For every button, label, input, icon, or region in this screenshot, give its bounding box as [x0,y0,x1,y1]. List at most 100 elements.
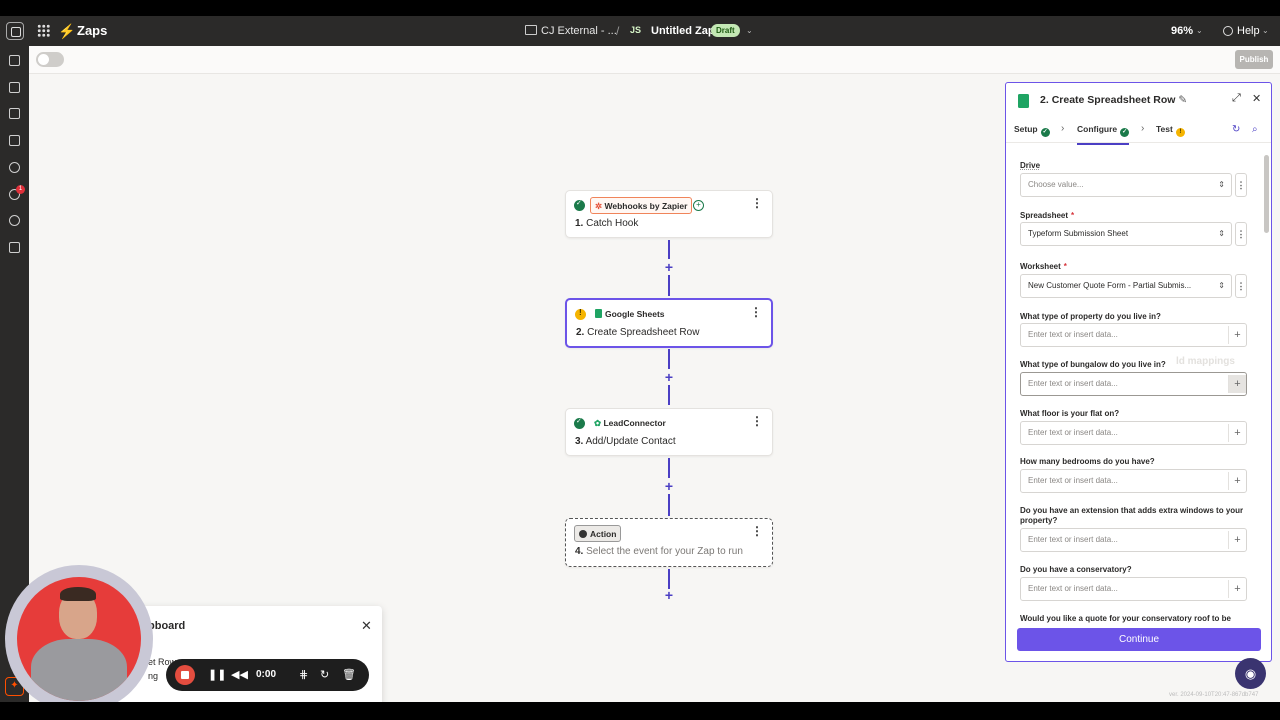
zap-on-off-toggle[interactable] [36,52,64,67]
apps-icon[interactable] [9,55,20,66]
field-options-kebab-icon[interactable]: ⋮ [1235,173,1247,197]
step-menu-kebab-icon[interactable]: ⋮ [751,197,763,209]
step-card-1[interactable]: ✲ Webhooks by Zapier + 1. Catch Hook ⋮ [565,190,773,238]
zap-title[interactable]: Untitled Zap [651,16,715,46]
insert-data-plus-icon[interactable]: + [1228,580,1246,598]
step-card-4[interactable]: Action 4. Select the event for your Zap … [565,518,773,567]
panel-title[interactable]: 2. Create Spreadsheet Row ✎ [1040,94,1187,106]
add-step-plus-icon[interactable]: + [663,587,675,603]
step-menu-kebab-icon[interactable]: ⋮ [750,306,762,318]
app-window: ⚡ Zaps CJ External - ... / JS Untitled Z… [0,16,1280,702]
apps-grid-icon[interactable] [37,24,50,37]
flat-floor-input[interactable]: Enter text or insert data... + [1020,421,1247,445]
layers-icon[interactable] [9,242,20,253]
scrollbar-thumb[interactable] [1264,155,1269,233]
stop-recording-button[interactable] [175,665,195,685]
bedrooms-input[interactable]: Enter text or insert data... + [1020,469,1247,493]
search-icon[interactable]: ⌕ [1252,124,1258,135]
field-label-property-type: What type of property do you live in? [1020,312,1161,321]
version-text: ver. 2024-09-10T20:47-867db747 [1169,692,1259,698]
zoom-level[interactable]: 96% [1171,16,1193,46]
bungalow-type-input[interactable]: Enter text or insert data... + [1020,372,1247,396]
expand-icon[interactable]: ⤢ [1232,92,1241,105]
add-step-plus-icon[interactable]: + [663,369,675,385]
conservatory-input[interactable]: Enter text or insert data... + [1020,577,1247,601]
refresh-icon[interactable]: ↻ [1232,124,1240,135]
tab-setup[interactable]: Setup ✓ [1014,124,1050,137]
editor-toolbar: Publish [29,46,1280,74]
notification-count-badge: 1 [16,185,25,194]
field-label-bedrooms: How many bedrooms do you have? [1020,457,1155,466]
folder-icon [525,25,537,35]
action-icon [579,530,587,538]
step-ok-icon [574,417,585,429]
config-form: Drive Choose value... ⇕ ⋮ Spreadsheet * Ty… [1006,145,1263,623]
step-card-3[interactable]: ✿ LeadConnector 3. Add/Update Contact ⋮ [565,408,773,456]
history-icon[interactable] [9,162,20,173]
recording-controls: ❚❚ ◀◀ 0:00 ⋕ ↻ 🗑 [166,659,369,691]
recording-timer: 0:00 [256,669,277,680]
chevron-right-icon: › [1061,123,1065,134]
help-chevron-down-icon[interactable]: ⌄ [1262,16,1269,46]
insert-data-plus-icon[interactable]: + [1228,326,1246,344]
add-step-plus-icon[interactable]: + [663,478,675,494]
worksheet-select[interactable]: New Customer Quote Form - Partial Submis… [1020,274,1232,298]
file-icon[interactable] [9,82,20,93]
settings-gear-icon[interactable] [9,215,20,226]
delete-trash-icon[interactable]: 🗑 [342,659,356,691]
insert-data-plus-icon[interactable]: + [1228,375,1246,393]
status-badge: Draft [711,24,740,37]
zoom-chevron-down-icon[interactable]: ⌄ [1196,16,1203,46]
help-chat-icon[interactable]: ◉ [1235,658,1266,689]
close-icon[interactable]: ✕ [1252,92,1261,105]
help-icon[interactable] [1223,26,1233,36]
insert-data-plus-icon[interactable]: + [1228,472,1246,490]
step-app-name: Google Sheets [605,309,665,319]
step-warning-icon [575,308,586,320]
app-name[interactable]: Zaps [77,16,107,46]
rewind-icon[interactable]: ◀◀ [231,659,248,691]
field-options-kebab-icon[interactable]: ⋮ [1235,274,1247,298]
spreadsheet-select[interactable]: Typeform Submission Sheet ⇕ [1020,222,1232,246]
step-config-panel: 2. Create Spreadsheet Row ✎ ⤢ ✕ Setup ✓ ›… [1005,82,1272,662]
step-ok-icon [574,199,585,211]
folder-breadcrumb[interactable]: CJ External - ... [541,16,617,46]
step-app-name: Webhooks by Zapier [604,201,688,211]
step-app-name: LeadConnector [603,418,666,428]
field-label-spreadsheet: Spreadsheet * [1020,211,1075,220]
clipboard-line: ng [148,671,159,681]
help-menu[interactable]: Help [1237,16,1260,46]
calendar-icon[interactable] [9,135,20,146]
close-icon[interactable]: ✕ [361,618,372,634]
field-label-conservatory-roof: Would you like a quote for your conserva… [1020,614,1231,623]
drive-select[interactable]: Choose value... ⇕ [1020,173,1232,197]
add-circle-icon[interactable]: + [693,200,704,211]
webcam-bubble[interactable] [17,577,141,701]
property-type-input[interactable]: Enter text or insert data... + [1020,323,1247,347]
step-title: 1. Catch Hook [575,218,639,229]
panel-scrollbar[interactable] [1263,145,1271,623]
field-label-flat-floor: What floor is your flat on? [1020,409,1120,418]
insert-data-plus-icon[interactable]: + [1228,424,1246,442]
chat-icon[interactable] [9,108,20,119]
tab-configure[interactable]: Configure ✓ [1077,124,1130,145]
insert-data-plus-icon[interactable]: + [1228,531,1246,549]
zap-menu-chevron-down-icon[interactable]: ⌄ [746,16,753,46]
tab-test[interactable]: Test! [1156,124,1185,137]
restart-icon[interactable]: ↻ [320,659,329,691]
draw-grid-icon[interactable]: ⋕ [299,659,308,691]
connector-line [668,569,670,589]
pause-icon[interactable]: ❚❚ [208,659,226,691]
step-menu-kebab-icon[interactable]: ⋮ [751,415,763,427]
google-sheets-icon [595,309,602,318]
presenter-hair [60,587,96,601]
field-options-kebab-icon[interactable]: ⋮ [1235,222,1247,246]
step-menu-kebab-icon[interactable]: ⋮ [751,525,763,537]
zapier-logo-icon[interactable]: ⚡ [58,23,75,40]
extension-input[interactable]: Enter text or insert data... + [1020,528,1247,552]
home-icon[interactable] [6,22,24,40]
continue-button[interactable]: Continue [1017,628,1261,651]
step-card-2[interactable]: Google Sheets 2. Create Spreadsheet Row … [565,298,773,348]
add-step-plus-icon[interactable]: + [663,259,675,275]
publish-button[interactable]: Publish [1235,50,1273,69]
